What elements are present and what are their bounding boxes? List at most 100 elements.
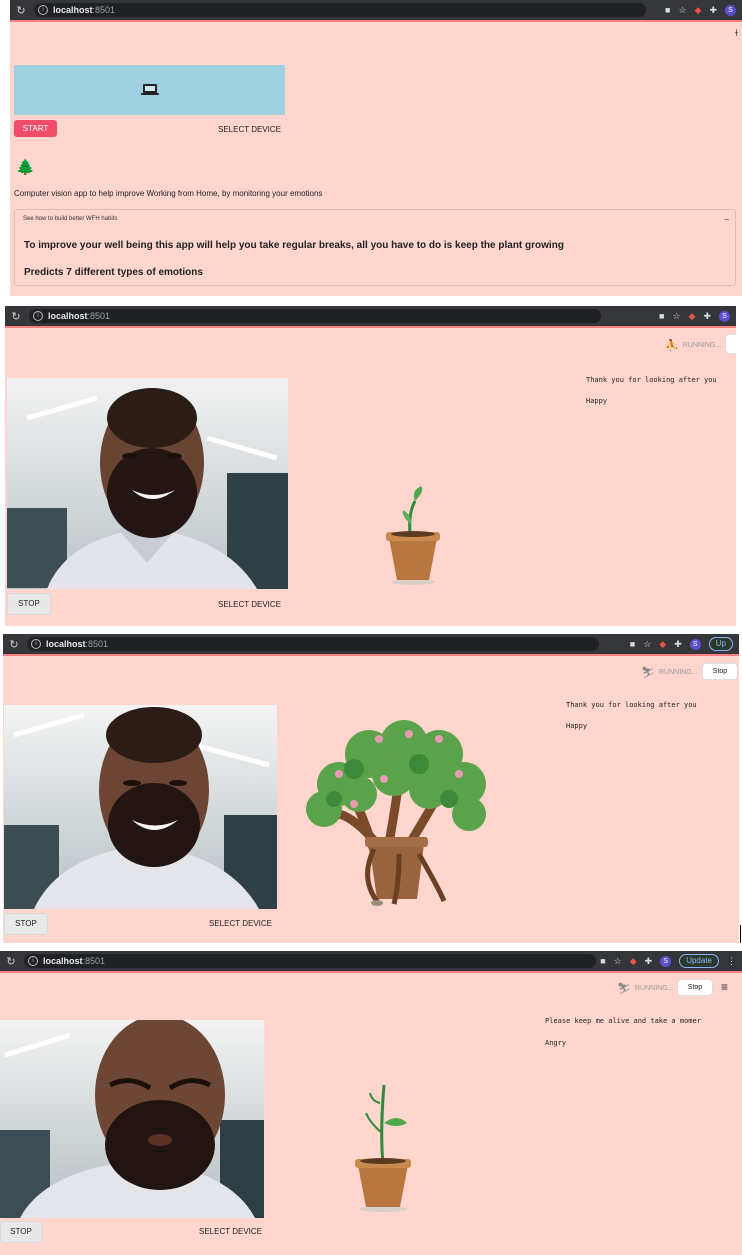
stop-button[interactable]: STOP (0, 1221, 42, 1243)
more-icon[interactable]: ⋮ (727, 956, 736, 967)
browser-toolbar: ↻ i localhost:8501 ■ ☆ ◆ ✚ S (5, 306, 736, 326)
expander-line-1: To improve your well being this app will… (24, 240, 564, 251)
running-indicator: ⛷ RUNNING... (617, 982, 673, 995)
extension-tag-icon[interactable]: ◆ (695, 5, 702, 16)
reload-icon[interactable]: ↻ (9, 310, 23, 323)
extension-tag-icon[interactable]: ◆ (630, 956, 637, 967)
plant-wilting-image (352, 1083, 414, 1213)
camera-icon[interactable]: ■ (659, 311, 664, 321)
browser-toolbar: ↻ i localhost:8501 ■ ☆ ◆ ✚ S Up (3, 634, 739, 654)
profile-avatar[interactable]: S (660, 955, 672, 967)
running-label: RUNNING... (658, 669, 698, 676)
bookmark-star-icon[interactable]: ☆ (643, 639, 651, 650)
extensions-area: ■ ☆ ◆ ✚ S Update ⋮ (600, 954, 742, 968)
select-device-button[interactable]: SELECT DEVICE (218, 600, 281, 609)
extensions-area: ■ ☆ ◆ ✚ S (665, 4, 742, 16)
running-indicator: ⛹ RUNNING... (665, 339, 721, 352)
url-host: localhost (46, 639, 86, 649)
app-progress-line (0, 971, 742, 973)
plant-sprout-image (383, 486, 443, 586)
select-device-button[interactable]: SELECT DEVICE (199, 1227, 262, 1236)
header-stop-button[interactable]: Stop (702, 663, 738, 680)
browser-toolbar: ↻ i localhost:8501 ■ ☆ ◆ ✚ S (10, 0, 742, 20)
reload-icon[interactable]: ↻ (14, 4, 28, 17)
reload-icon[interactable]: ↻ (7, 638, 21, 651)
url-port: :8501 (85, 639, 109, 649)
expander-line-2: Predicts 7 different types of emotions (24, 267, 203, 278)
url-host: localhost (48, 311, 88, 321)
puzzle-icon[interactable]: ✚ (645, 956, 653, 967)
update-button[interactable]: Update (679, 954, 719, 968)
start-button[interactable]: START (14, 120, 57, 137)
tree-emoji: 🌲 (16, 159, 35, 176)
plant-tree-image (299, 719, 494, 909)
webcam-face-image (7, 378, 288, 589)
address-bar[interactable]: i localhost:8501 (34, 3, 646, 17)
puzzle-icon[interactable]: ✚ (674, 639, 682, 650)
running-label: RUNNING... (682, 342, 722, 349)
profile-avatar[interactable]: S (719, 310, 730, 322)
select-device-button[interactable]: SELECT DEVICE (209, 919, 272, 928)
profile-avatar[interactable]: S (725, 4, 736, 16)
extension-tag-icon[interactable]: ◆ (689, 311, 696, 322)
expander-header[interactable]: See how to build better WFH habits – (23, 215, 729, 226)
puzzle-icon[interactable]: ✚ (709, 5, 717, 16)
url-host: localhost (53, 5, 93, 15)
url-host: localhost (43, 956, 83, 966)
site-info-icon[interactable]: i (31, 639, 41, 649)
stop-button[interactable]: STOP (4, 913, 48, 935)
hamburger-menu-icon[interactable]: ≡ (721, 980, 728, 994)
site-info-icon[interactable]: i (38, 5, 48, 15)
plant-message: Thank you for looking after you (586, 376, 717, 384)
extension-tag-icon[interactable]: ◆ (659, 639, 666, 650)
address-bar[interactable]: i localhost:8501 (29, 309, 601, 323)
bookmark-star-icon[interactable]: ☆ (672, 311, 680, 322)
address-bar[interactable]: i localhost:8501 (24, 954, 596, 968)
update-button-partial[interactable]: Up (708, 637, 733, 651)
text-cursor-mark (740, 925, 741, 943)
running-man-icon: ⛹ (665, 340, 679, 352)
puzzle-icon[interactable]: ✚ (703, 311, 711, 322)
wilting-pot-svg (355, 1084, 411, 1212)
url-port: :8501 (92, 5, 116, 15)
reload-icon[interactable]: ↻ (4, 955, 18, 968)
running-man-icon: ⛷ (641, 667, 655, 679)
browser-toolbar: ↻ i localhost:8501 ■ ☆ ◆ ✚ S Update ⋮ (0, 951, 742, 971)
app-progress-line (10, 20, 742, 22)
select-device-button[interactable]: SELECT DEVICE (218, 125, 281, 134)
expander-title: See how to build better WFH habits (23, 216, 118, 222)
screenshot-panel-1: ↻ i localhost:8501 ■ ☆ ◆ ✚ S ɫ START SEL… (10, 0, 742, 296)
screenshot-panel-3: ↻ i localhost:8501 ■ ☆ ◆ ✚ S Up ⛷ RUNNIN… (3, 634, 739, 943)
tree-pot-svg (306, 720, 486, 906)
app-description: Computer vision app to help improve Work… (14, 189, 323, 198)
webcam-face-image (4, 705, 277, 909)
profile-avatar[interactable]: S (689, 638, 701, 650)
collapse-icon[interactable]: – (725, 215, 729, 224)
running-label: RUNNING... (634, 985, 674, 992)
extensions-area: ■ ☆ ◆ ✚ S (659, 310, 736, 322)
address-bar[interactable]: i localhost:8501 (27, 637, 599, 651)
url-port: :8501 (87, 311, 111, 321)
site-info-icon[interactable]: i (33, 311, 43, 321)
detected-emotion: Angry (545, 1039, 567, 1047)
running-man-icon: ⛷ (617, 983, 631, 995)
stop-button[interactable]: STOP (7, 593, 51, 615)
plant-message: Thank you for looking after you (566, 701, 697, 709)
app-progress-line (3, 654, 739, 656)
laptop-icon (141, 84, 159, 95)
plant-message: Please keep me alive and take a momer (545, 1017, 701, 1025)
expander: See how to build better WFH habits – To … (14, 209, 736, 286)
site-info-icon[interactable]: i (28, 956, 38, 966)
bookmark-star-icon[interactable]: ☆ (678, 5, 686, 16)
camera-icon[interactable]: ■ (630, 639, 635, 649)
webcam-face-image (0, 1020, 264, 1218)
app-progress-line (5, 326, 736, 328)
header-stop-button-partial[interactable] (725, 334, 736, 354)
status-man-icon: ɫ (735, 28, 738, 38)
detected-emotion: Happy (566, 722, 588, 730)
header-stop-button[interactable]: Stop (677, 979, 713, 996)
camera-icon[interactable]: ■ (600, 956, 605, 966)
camera-icon[interactable]: ■ (665, 5, 670, 15)
webcam-feed (4, 705, 277, 909)
bookmark-star-icon[interactable]: ☆ (614, 956, 622, 967)
